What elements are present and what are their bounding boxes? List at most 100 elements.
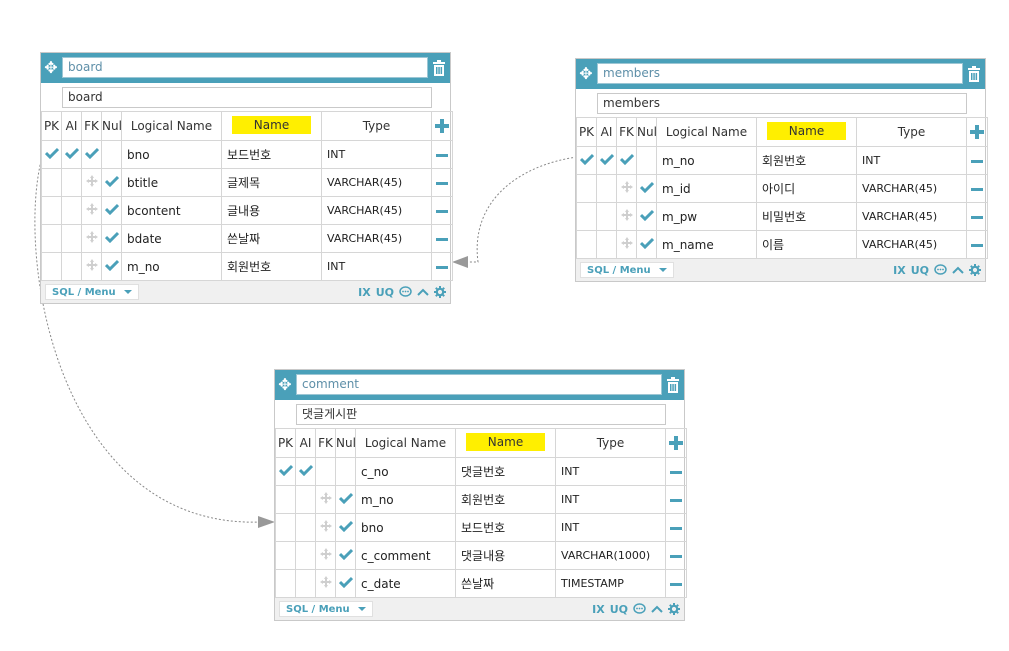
trash-icon[interactable]: [964, 59, 985, 89]
name-cell[interactable]: 비밀번호: [756, 202, 857, 231]
ai-toggle[interactable]: [295, 569, 316, 598]
remove-column-button[interactable]: [431, 140, 453, 169]
null-toggle[interactable]: [101, 252, 122, 281]
pk-toggle[interactable]: [275, 541, 296, 570]
null-toggle[interactable]: [101, 168, 122, 197]
pk-toggle[interactable]: [275, 569, 296, 598]
plus-icon[interactable]: [970, 125, 984, 140]
column-row[interactable]: m_no 회원번호 INT: [41, 252, 453, 281]
ai-toggle[interactable]: [295, 485, 316, 514]
table-name-input[interactable]: comment: [296, 374, 662, 395]
name-cell[interactable]: 댓글번호: [455, 457, 556, 486]
logical-name-cell[interactable]: bcontent: [121, 196, 222, 225]
pk-toggle[interactable]: [576, 230, 597, 259]
logical-name-cell[interactable]: c_no: [355, 457, 456, 486]
minus-icon[interactable]: [670, 526, 682, 530]
remove-column-button[interactable]: [966, 146, 988, 175]
fk-toggle[interactable]: [315, 513, 336, 542]
name-cell[interactable]: 쓴날짜: [455, 569, 556, 598]
null-toggle[interactable]: [101, 196, 122, 225]
ai-toggle[interactable]: [596, 146, 617, 175]
name-cell[interactable]: 쓴날짜: [221, 224, 322, 253]
type-cell[interactable]: VARCHAR(1000): [555, 541, 666, 570]
plus-icon[interactable]: [669, 436, 683, 451]
minus-icon[interactable]: [436, 209, 448, 213]
trash-icon[interactable]: [663, 370, 684, 400]
fk-toggle[interactable]: [81, 196, 102, 225]
trash-icon[interactable]: [429, 53, 450, 83]
minus-icon[interactable]: [670, 470, 682, 474]
ai-toggle[interactable]: [295, 457, 316, 486]
table-comment[interactable]: ✥ comment 댓글게시판 PKAIFKNullLogical Name Na…: [274, 369, 687, 621]
name-cell[interactable]: 글내용: [221, 196, 322, 225]
table-board[interactable]: ✥ board board PKAIFKNullLogical Name Name…: [40, 52, 453, 304]
remove-column-button[interactable]: [431, 224, 453, 253]
fk-toggle[interactable]: [81, 140, 102, 169]
index-button[interactable]: IX: [592, 603, 605, 616]
minus-icon[interactable]: [436, 237, 448, 241]
add-column-button[interactable]: [665, 428, 687, 458]
logical-name-cell[interactable]: m_no: [656, 146, 757, 175]
null-toggle[interactable]: [335, 457, 356, 486]
ai-toggle[interactable]: [596, 174, 617, 203]
name-cell[interactable]: 보드번호: [221, 140, 322, 169]
fk-toggle[interactable]: [81, 168, 102, 197]
table-comment-input[interactable]: members: [597, 93, 967, 114]
sql-menu-button[interactable]: SQL / Menu: [580, 262, 674, 278]
name-cell[interactable]: 보드번호: [455, 513, 556, 542]
null-toggle[interactable]: [335, 485, 356, 514]
unique-button[interactable]: UQ: [376, 286, 394, 299]
table-name-input[interactable]: members: [597, 63, 963, 84]
ai-toggle[interactable]: [61, 196, 82, 225]
logical-name-cell[interactable]: m_id: [656, 174, 757, 203]
column-row[interactable]: m_no 회원번호 INT: [576, 146, 988, 175]
move-icon[interactable]: ✥: [576, 59, 596, 89]
table-header[interactable]: ✥ members: [576, 59, 985, 89]
name-cell[interactable]: 아이디: [756, 174, 857, 203]
pk-toggle[interactable]: [41, 168, 62, 197]
null-toggle[interactable]: [636, 230, 657, 259]
pk-toggle[interactable]: [576, 174, 597, 203]
move-icon[interactable]: ✥: [41, 53, 61, 83]
ai-toggle[interactable]: [596, 230, 617, 259]
plus-icon[interactable]: [435, 119, 449, 134]
remove-column-button[interactable]: [966, 230, 988, 259]
null-toggle[interactable]: [636, 174, 657, 203]
minus-icon[interactable]: [670, 582, 682, 586]
table-comment-input[interactable]: board: [62, 87, 432, 108]
name-cell[interactable]: 회원번호: [455, 485, 556, 514]
add-column-button[interactable]: [431, 111, 453, 141]
pk-toggle[interactable]: [41, 196, 62, 225]
null-toggle[interactable]: [335, 569, 356, 598]
fk-toggle[interactable]: [315, 457, 336, 486]
type-cell[interactable]: TIMESTAMP: [555, 569, 666, 598]
type-cell[interactable]: INT: [555, 485, 666, 514]
null-toggle[interactable]: [636, 202, 657, 231]
column-row[interactable]: c_no 댓글번호 INT: [275, 457, 687, 486]
fk-toggle[interactable]: [315, 541, 336, 570]
logical-name-cell[interactable]: m_pw: [656, 202, 757, 231]
minus-icon[interactable]: [971, 159, 983, 163]
sql-menu-button[interactable]: SQL / Menu: [45, 284, 139, 300]
type-cell[interactable]: VARCHAR(45): [856, 230, 967, 259]
column-row[interactable]: m_id 아이디 VARCHAR(45): [576, 174, 988, 203]
ai-toggle[interactable]: [596, 202, 617, 231]
fk-toggle[interactable]: [315, 569, 336, 598]
minus-icon[interactable]: [436, 181, 448, 185]
fk-toggle[interactable]: [616, 230, 637, 259]
fk-toggle[interactable]: [315, 485, 336, 514]
table-comment-input[interactable]: 댓글게시판: [296, 404, 666, 425]
remove-column-button[interactable]: [665, 485, 687, 514]
logical-name-cell[interactable]: bno: [355, 513, 456, 542]
logical-name-cell[interactable]: bdate: [121, 224, 222, 253]
logical-name-cell[interactable]: btitle: [121, 168, 222, 197]
ai-toggle[interactable]: [61, 140, 82, 169]
type-cell[interactable]: VARCHAR(45): [321, 168, 432, 197]
pk-toggle[interactable]: [41, 224, 62, 253]
remove-column-button[interactable]: [431, 196, 453, 225]
minus-icon[interactable]: [971, 187, 983, 191]
name-cell[interactable]: 글제목: [221, 168, 322, 197]
minus-icon[interactable]: [971, 243, 983, 247]
null-toggle[interactable]: [101, 224, 122, 253]
pk-toggle[interactable]: [576, 202, 597, 231]
